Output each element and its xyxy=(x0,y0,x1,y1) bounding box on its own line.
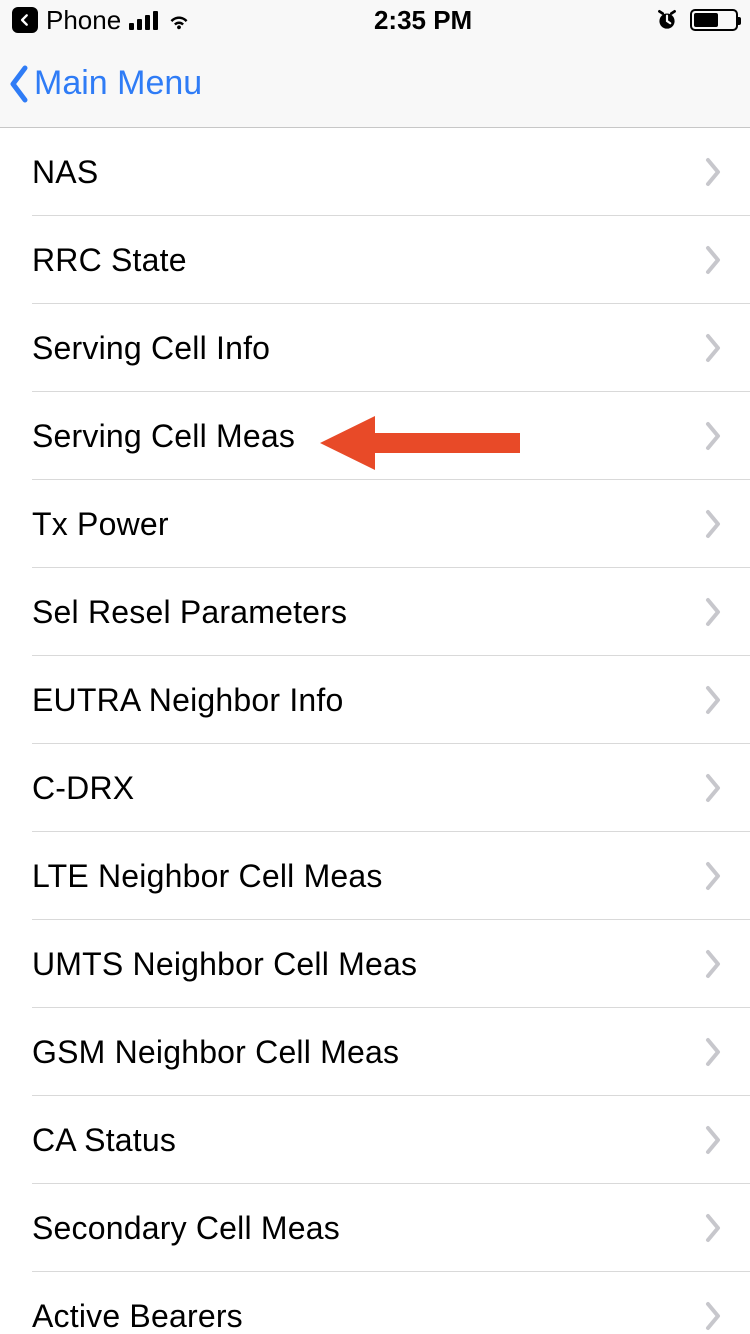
menu-item-label: Serving Cell Meas xyxy=(32,418,295,455)
chevron-left-icon xyxy=(6,64,32,104)
return-to-app-badge[interactable] xyxy=(12,7,38,33)
menu-item-tx-power[interactable]: Tx Power xyxy=(0,480,750,568)
chevron-right-icon xyxy=(704,685,722,715)
menu-item-label: CA Status xyxy=(32,1122,176,1159)
back-button[interactable]: Main Menu xyxy=(6,64,202,104)
menu-item-lte-neighbor-cell-meas[interactable]: LTE Neighbor Cell Meas xyxy=(0,832,750,920)
chevron-right-icon xyxy=(704,949,722,979)
menu-item-label: LTE Neighbor Cell Meas xyxy=(32,858,383,895)
battery-icon xyxy=(690,9,738,31)
menu-item-label: Tx Power xyxy=(32,506,169,543)
menu-item-rrc-state[interactable]: RRC State xyxy=(0,216,750,304)
menu-item-label: Sel Resel Parameters xyxy=(32,594,347,631)
chevron-right-icon xyxy=(704,597,722,627)
back-button-label: Main Menu xyxy=(34,64,202,103)
chevron-right-icon xyxy=(704,245,722,275)
alarm-icon xyxy=(654,7,680,33)
chevron-right-icon xyxy=(704,1301,722,1331)
menu-list: NAS RRC State Serving Cell Info Serving … xyxy=(0,128,750,1334)
cellular-signal-icon xyxy=(129,10,158,30)
menu-item-serving-cell-info[interactable]: Serving Cell Info xyxy=(0,304,750,392)
menu-item-label: EUTRA Neighbor Info xyxy=(32,682,344,719)
menu-item-sel-resel-parameters[interactable]: Sel Resel Parameters xyxy=(0,568,750,656)
chevron-right-icon xyxy=(704,1213,722,1243)
menu-item-label: C-DRX xyxy=(32,770,134,807)
chevron-right-icon xyxy=(704,1125,722,1155)
nav-bar: Main Menu xyxy=(0,40,750,128)
status-left: Phone xyxy=(12,5,192,36)
menu-item-label: Serving Cell Info xyxy=(32,330,270,367)
chevron-right-icon xyxy=(704,509,722,539)
chevron-right-icon xyxy=(704,773,722,803)
menu-item-ca-status[interactable]: CA Status xyxy=(0,1096,750,1184)
menu-item-active-bearers[interactable]: Active Bearers xyxy=(0,1272,750,1334)
status-bar: Phone 2:35 PM xyxy=(0,0,750,40)
chevron-right-icon xyxy=(704,157,722,187)
menu-item-label: GSM Neighbor Cell Meas xyxy=(32,1034,399,1071)
menu-item-c-drx[interactable]: C-DRX xyxy=(0,744,750,832)
menu-item-label: RRC State xyxy=(32,242,187,279)
menu-item-label: Active Bearers xyxy=(32,1298,243,1334)
menu-item-umts-neighbor-cell-meas[interactable]: UMTS Neighbor Cell Meas xyxy=(0,920,750,1008)
menu-item-label: Secondary Cell Meas xyxy=(32,1210,340,1247)
chevron-right-icon xyxy=(704,861,722,891)
menu-item-nas[interactable]: NAS xyxy=(0,128,750,216)
menu-item-gsm-neighbor-cell-meas[interactable]: GSM Neighbor Cell Meas xyxy=(0,1008,750,1096)
menu-item-secondary-cell-meas[interactable]: Secondary Cell Meas xyxy=(0,1184,750,1272)
return-to-app-label[interactable]: Phone xyxy=(46,5,121,36)
status-right xyxy=(654,7,738,33)
chevron-right-icon xyxy=(704,1037,722,1067)
chevron-right-icon xyxy=(704,333,722,363)
chevron-right-icon xyxy=(704,421,722,451)
menu-item-label: NAS xyxy=(32,154,98,191)
menu-item-label: UMTS Neighbor Cell Meas xyxy=(32,946,417,983)
status-time: 2:35 PM xyxy=(374,5,472,36)
menu-item-serving-cell-meas[interactable]: Serving Cell Meas xyxy=(0,392,750,480)
wifi-icon xyxy=(166,7,192,33)
menu-item-eutra-neighbor-info[interactable]: EUTRA Neighbor Info xyxy=(0,656,750,744)
